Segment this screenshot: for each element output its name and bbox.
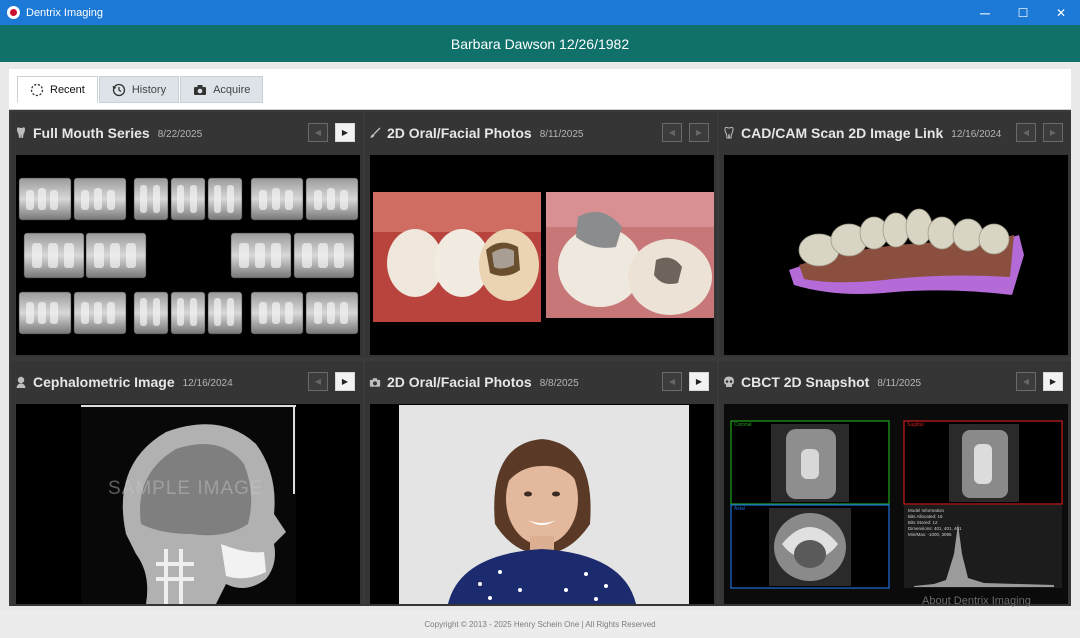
- full-mouth-xray-thumbnail[interactable]: [16, 155, 360, 355]
- grid-background: Full Mouth Series 8/22/2025 ◀ ▶ 2D Oral/…: [9, 110, 1071, 606]
- next-arrow-icon: ▶: [341, 128, 349, 137]
- panel-nav: ◀ ▶: [301, 123, 355, 142]
- panel-date: 8/8/2025: [539, 378, 579, 389]
- next-button[interactable]: ▶: [1043, 372, 1063, 391]
- panel-full-mouth-series[interactable]: Full Mouth Series 8/22/2025 ◀ ▶: [11, 112, 363, 357]
- cbct-model-info: Model Information Bits Allocated: 16 Bit…: [908, 508, 962, 538]
- tab-recent-label: Recent: [50, 83, 85, 96]
- next-arrow-icon: ▶: [341, 377, 349, 386]
- dentrix-logo-icon: [7, 6, 20, 19]
- history-icon: [112, 83, 126, 97]
- minimize-button[interactable]: ─: [966, 0, 1004, 25]
- tab-acquire[interactable]: Acquire: [180, 76, 264, 103]
- panel-oral-facial-photos-2[interactable]: 2D Oral/Facial Photos 8/8/2025 ◀ ▶: [365, 361, 717, 606]
- panel-date: 8/11/2025: [877, 378, 922, 389]
- previous-arrow-icon: ◀: [314, 128, 322, 137]
- previous-button[interactable]: ◀: [308, 372, 328, 391]
- panel-title: Full Mouth Series: [33, 125, 150, 141]
- tooth-icon: [723, 127, 735, 139]
- cbct-snapshot-thumbnail[interactable]: Coronal Sagittal Axial Model Information…: [724, 404, 1068, 604]
- panel-title: 2D Oral/Facial Photos: [387, 374, 532, 390]
- panel-nav: ◀ ▶: [655, 123, 709, 142]
- previous-button[interactable]: ◀: [662, 123, 682, 142]
- previous-button[interactable]: ◀: [1016, 372, 1036, 391]
- cbct-coronal-label: Coronal: [734, 422, 752, 428]
- recent-icon: [30, 83, 44, 97]
- panel-header: 2D Oral/Facial Photos 8/8/2025 ◀ ▶: [365, 361, 717, 403]
- previous-button[interactable]: ◀: [308, 123, 328, 142]
- panel-header: CAD/CAM Scan 2D Image Link 12/16/2024 ◀ …: [719, 112, 1071, 154]
- previous-arrow-icon: ◀: [314, 377, 322, 386]
- cbct-sagittal-label: Sagittal: [907, 422, 924, 428]
- panel-title: Cephalometric Image: [33, 374, 175, 390]
- maximize-button[interactable]: ☐: [1004, 0, 1042, 25]
- portrait-photo-thumbnail[interactable]: [370, 404, 714, 604]
- panel-cbct-snapshot[interactable]: CBCT 2D Snapshot 8/11/2025 ◀ ▶ Coronal S…: [719, 361, 1071, 606]
- sample-image-watermark: SAMPLE IMAGE: [108, 478, 264, 499]
- previous-button[interactable]: ◀: [1016, 123, 1036, 142]
- footer: Copyright © 2013 - 2025 Henry Schein One…: [0, 610, 1080, 638]
- tooth-icon: [15, 127, 27, 139]
- next-arrow-icon: ▶: [695, 377, 703, 386]
- panel-date: 12/16/2024: [951, 129, 1002, 140]
- next-button[interactable]: ▶: [689, 123, 709, 142]
- next-arrow-icon: ▶: [695, 128, 703, 137]
- panel-title: 2D Oral/Facial Photos: [387, 125, 532, 141]
- cad-cam-scan-thumbnail[interactable]: [724, 155, 1068, 355]
- recent-grid: Full Mouth Series 8/22/2025 ◀ ▶ 2D Oral/…: [0, 110, 1080, 610]
- brush-icon: [369, 127, 381, 139]
- tab-area: Recent History Acquire: [0, 62, 1080, 110]
- previous-arrow-icon: ◀: [668, 128, 676, 137]
- cbct-axial-label: Axial: [734, 506, 745, 512]
- camera-icon: [369, 376, 381, 388]
- next-button[interactable]: ▶: [335, 372, 355, 391]
- next-arrow-icon: ▶: [1049, 128, 1057, 137]
- panel-header: Cephalometric Image 12/16/2024 ◀ ▶: [11, 361, 363, 403]
- panel-title: CBCT 2D Snapshot: [741, 374, 870, 390]
- skull-icon: [723, 376, 735, 388]
- panel-title: CAD/CAM Scan 2D Image Link: [741, 125, 944, 141]
- panel-nav: ◀ ▶: [301, 372, 355, 391]
- window-title: Dentrix Imaging: [26, 6, 104, 19]
- cephalometric-thumbnail[interactable]: SAMPLE IMAGE: [16, 404, 360, 604]
- panel-cad-cam-scan[interactable]: CAD/CAM Scan 2D Image Link 12/16/2024 ◀ …: [719, 112, 1071, 357]
- next-button[interactable]: ▶: [689, 372, 709, 391]
- panel-nav: ◀ ▶: [1009, 372, 1063, 391]
- next-button[interactable]: ▶: [335, 123, 355, 142]
- person-icon: [15, 376, 27, 388]
- tab-history[interactable]: History: [98, 76, 180, 103]
- panel-header: CBCT 2D Snapshot 8/11/2025 ◀ ▶: [719, 361, 1071, 403]
- panel-cephalometric[interactable]: Cephalometric Image 12/16/2024 ◀ ▶ SAMPL…: [11, 361, 363, 606]
- panel-date: 8/22/2025: [157, 129, 203, 140]
- close-button[interactable]: ✕: [1042, 0, 1080, 25]
- patient-header: Barbara Dawson 12/26/1982: [0, 25, 1080, 62]
- previous-arrow-icon: ◀: [1022, 377, 1030, 386]
- next-arrow-icon: ▶: [1049, 377, 1057, 386]
- previous-arrow-icon: ◀: [668, 377, 676, 386]
- panel-header: Full Mouth Series 8/22/2025 ◀ ▶: [11, 112, 363, 154]
- previous-button[interactable]: ◀: [662, 372, 682, 391]
- panel-date: 8/11/2025: [539, 129, 584, 140]
- about-dentrix-imaging-link[interactable]: About Dentrix Imaging: [922, 595, 1031, 607]
- model-info-line: Min/Max: -1000, 3095: [908, 532, 952, 537]
- copyright-text: Copyright © 2013 - 2025 Henry Schein One…: [424, 619, 656, 629]
- panel-date: 12/16/2024: [182, 378, 233, 389]
- patient-name-dob: Barbara Dawson 12/26/1982: [450, 35, 630, 52]
- tab-acquire-label: Acquire: [213, 83, 251, 96]
- tab-history-label: History: [131, 83, 167, 96]
- panel-oral-facial-photos-1[interactable]: 2D Oral/Facial Photos 8/11/2025 ◀ ▶: [365, 112, 717, 357]
- panel-nav: ◀ ▶: [1009, 123, 1063, 142]
- panel-header: 2D Oral/Facial Photos 8/11/2025 ◀ ▶: [365, 112, 717, 154]
- tab-list: Recent History Acquire: [17, 76, 264, 103]
- title-bar: Dentrix Imaging ─ ☐ ✕: [0, 0, 1080, 25]
- window-controls: ─ ☐ ✕: [966, 0, 1080, 25]
- panel-nav: ◀ ▶: [655, 372, 709, 391]
- next-button[interactable]: ▶: [1043, 123, 1063, 142]
- oral-photos-thumbnail[interactable]: [370, 155, 714, 355]
- previous-arrow-icon: ◀: [1022, 128, 1030, 137]
- tab-strip: Recent History Acquire: [9, 69, 1071, 110]
- camera-icon: [193, 83, 207, 97]
- tab-recent[interactable]: Recent: [17, 76, 98, 103]
